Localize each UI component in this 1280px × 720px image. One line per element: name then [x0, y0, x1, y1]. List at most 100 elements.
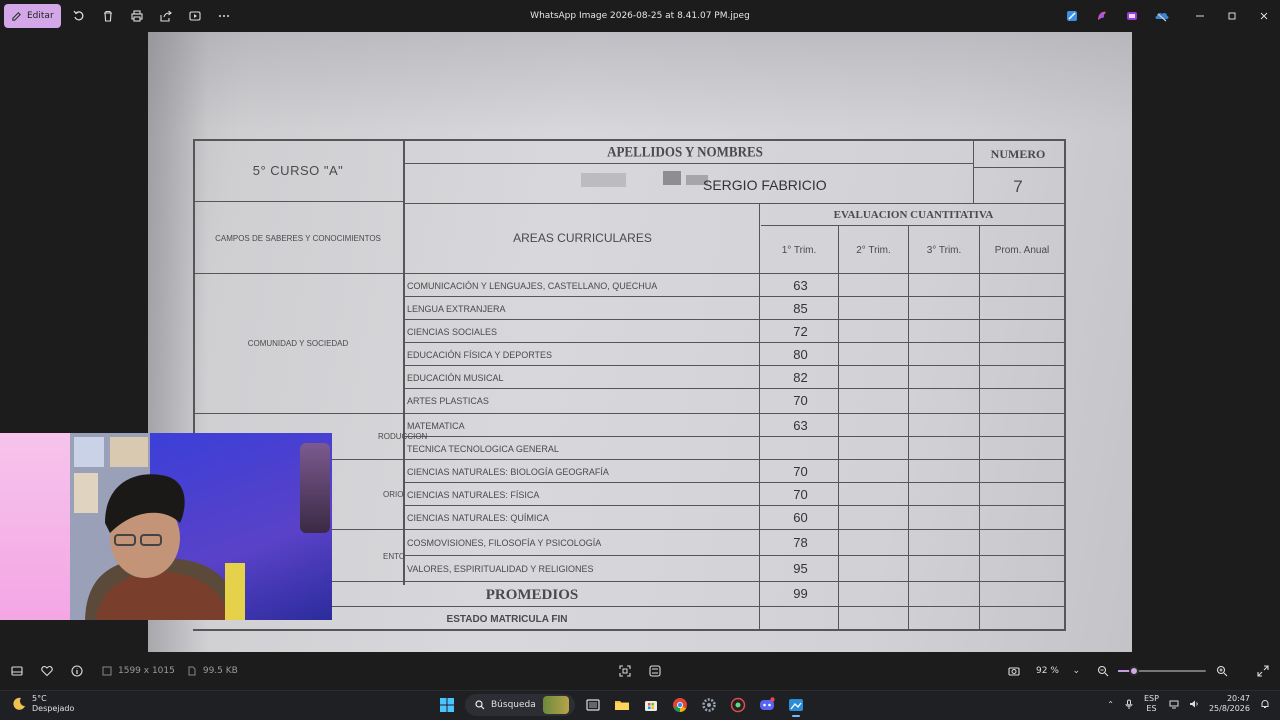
- photos-taskbar-button[interactable]: [785, 693, 807, 717]
- chrome-button[interactable]: [669, 693, 691, 717]
- subject-row: COSMOVISIONES, FILOSOFÍA Y PSICOLOGÍA: [407, 537, 602, 548]
- file-size-text: 99.5 KB: [202, 666, 238, 676]
- delete-icon: [104, 10, 113, 22]
- print-icon: [131, 10, 143, 22]
- fullscreen-button[interactable]: [1250, 658, 1276, 684]
- windows-taskbar: 5°C Despejado Búsqueda ⌃ ESP ES 20:47 25…: [0, 690, 1280, 720]
- store-button[interactable]: [640, 693, 662, 717]
- field-comunidad: COMUNIDAD Y SOCIEDAD: [247, 338, 349, 348]
- screenshot-button[interactable]: [1001, 658, 1027, 684]
- grade-cell: 95: [793, 561, 808, 576]
- apellidos-header: APELLIDOS Y NOMBRES: [607, 143, 763, 160]
- weather-widget[interactable]: 5°C Despejado: [12, 694, 74, 714]
- print-button[interactable]: [123, 4, 152, 28]
- promedios-value: 99: [793, 586, 808, 601]
- filmstrip-button[interactable]: [4, 658, 30, 684]
- areas-header: AREAS CURRICULARES: [513, 231, 652, 245]
- taskbar-apps: Búsqueda: [436, 693, 807, 717]
- task-view-icon: [586, 699, 600, 711]
- photo-editor-app-icon[interactable]: [1064, 8, 1080, 24]
- task-view-button[interactable]: [582, 693, 604, 717]
- subject-row: LENGUA EXTRANJERA: [407, 303, 506, 314]
- table-line: [193, 629, 1066, 631]
- favorite-button[interactable]: [34, 658, 60, 684]
- clock-date: 25/8/2026: [1208, 704, 1250, 713]
- clock-time: 20:47: [1226, 694, 1250, 703]
- zoom-in-button[interactable]: [1209, 658, 1235, 684]
- file-size: 99.5 KB: [187, 666, 238, 676]
- edit-button[interactable]: Editar: [4, 4, 61, 28]
- grade-cell: 80: [793, 347, 808, 362]
- more-button[interactable]: [210, 4, 239, 28]
- app-button[interactable]: [727, 693, 749, 717]
- notification-bell-icon[interactable]: [1260, 699, 1270, 709]
- delete-button[interactable]: [94, 4, 123, 28]
- maximize-button[interactable]: [1216, 0, 1248, 32]
- grade-cell: 70: [793, 464, 808, 479]
- taskbar-search[interactable]: Búsqueda: [465, 694, 575, 716]
- settings-button[interactable]: [698, 693, 720, 717]
- language-bottom: ES: [1146, 704, 1157, 713]
- zoom-slider-thumb[interactable]: [1128, 666, 1139, 676]
- clipchamp-app-icon[interactable]: [1124, 8, 1140, 24]
- image-dimensions: 1599 x 1015: [102, 666, 175, 676]
- more-icon: [219, 15, 230, 17]
- table-line: [908, 225, 909, 629]
- adjust-button[interactable]: [642, 658, 668, 684]
- search-placeholder: Búsqueda: [491, 700, 536, 710]
- search-icon: [475, 700, 485, 710]
- close-icon: [1260, 12, 1268, 20]
- subject-row: VALORES, ESPIRITUALIDAD Y RELIGIONES: [407, 563, 594, 574]
- annual-average-header: Prom. Anual: [994, 244, 1050, 256]
- gear-icon: [702, 698, 716, 712]
- favorite-icon: [41, 665, 53, 677]
- share-icon: [160, 10, 173, 22]
- fullscreen-icon: [1257, 665, 1269, 677]
- top-toolbar: Editar WhatsApp Image 2026-08-25 at 8.41…: [0, 0, 1280, 32]
- window-title: WhatsApp Image 2026-08-25 at 8.41.07 PM.…: [530, 11, 750, 21]
- info-button[interactable]: [64, 658, 90, 684]
- chevron-down-icon: ⌄: [1072, 666, 1080, 676]
- zoom-out-button[interactable]: [1090, 658, 1116, 684]
- share-button[interactable]: [152, 4, 181, 28]
- evaluacion-header: EVALUACION CUANTITATIVA: [833, 209, 994, 221]
- onedrive-app-icon[interactable]: [1154, 8, 1170, 24]
- zoom-value: 92 %: [1036, 666, 1059, 676]
- numero-value: 7: [1013, 177, 1023, 196]
- table-line: [405, 555, 1066, 556]
- discord-button[interactable]: [756, 693, 778, 717]
- chrome-icon: [673, 698, 687, 712]
- microphone-icon[interactable]: [1124, 699, 1134, 709]
- zoom-dropdown[interactable]: 92 % ⌄: [1030, 658, 1086, 684]
- rotate-button[interactable]: [65, 4, 94, 28]
- subject-row: EDUCACIÓN MUSICAL: [407, 372, 504, 383]
- grade-cell: 63: [793, 278, 808, 293]
- tray-overflow-chevron-icon[interactable]: ⌃: [1107, 700, 1114, 709]
- designer-app-icon[interactable]: [1094, 8, 1110, 24]
- subject-row: TECNICA TECNOLOGICA GENERAL: [407, 443, 559, 454]
- webcam-overlay: [0, 433, 332, 620]
- student-name: SERGIO FABRICIO: [703, 177, 827, 193]
- slideshow-button[interactable]: [181, 4, 210, 28]
- volume-icon[interactable]: [1189, 699, 1199, 709]
- grade-cell: 72: [793, 324, 808, 339]
- status-bar: 1599 x 1015 99.5 KB 92 % ⌄: [0, 652, 1280, 690]
- discord-icon: [760, 697, 775, 710]
- adjust-icon: [649, 665, 661, 677]
- minimize-button[interactable]: [1184, 0, 1216, 32]
- crop-icon: [619, 665, 631, 677]
- zoom-slider[interactable]: [1118, 666, 1206, 676]
- trim-3-header: 3° Trim.: [926, 244, 962, 256]
- start-button[interactable]: [436, 693, 458, 717]
- close-button[interactable]: [1248, 0, 1280, 32]
- network-icon[interactable]: [1169, 699, 1179, 709]
- language-indicator[interactable]: ESP ES: [1144, 694, 1159, 714]
- taskbar-clock[interactable]: 20:47 25/8/2026: [1209, 694, 1250, 714]
- windows-icon: [440, 698, 454, 712]
- subject-row: ARTES PLASTICAS: [407, 395, 489, 406]
- table-line: [838, 225, 839, 629]
- weather-temperature: 5°C: [32, 694, 47, 703]
- file-explorer-button[interactable]: [611, 693, 633, 717]
- subject-row: CIENCIAS SOCIALES: [407, 326, 498, 337]
- crop-button[interactable]: [612, 658, 638, 684]
